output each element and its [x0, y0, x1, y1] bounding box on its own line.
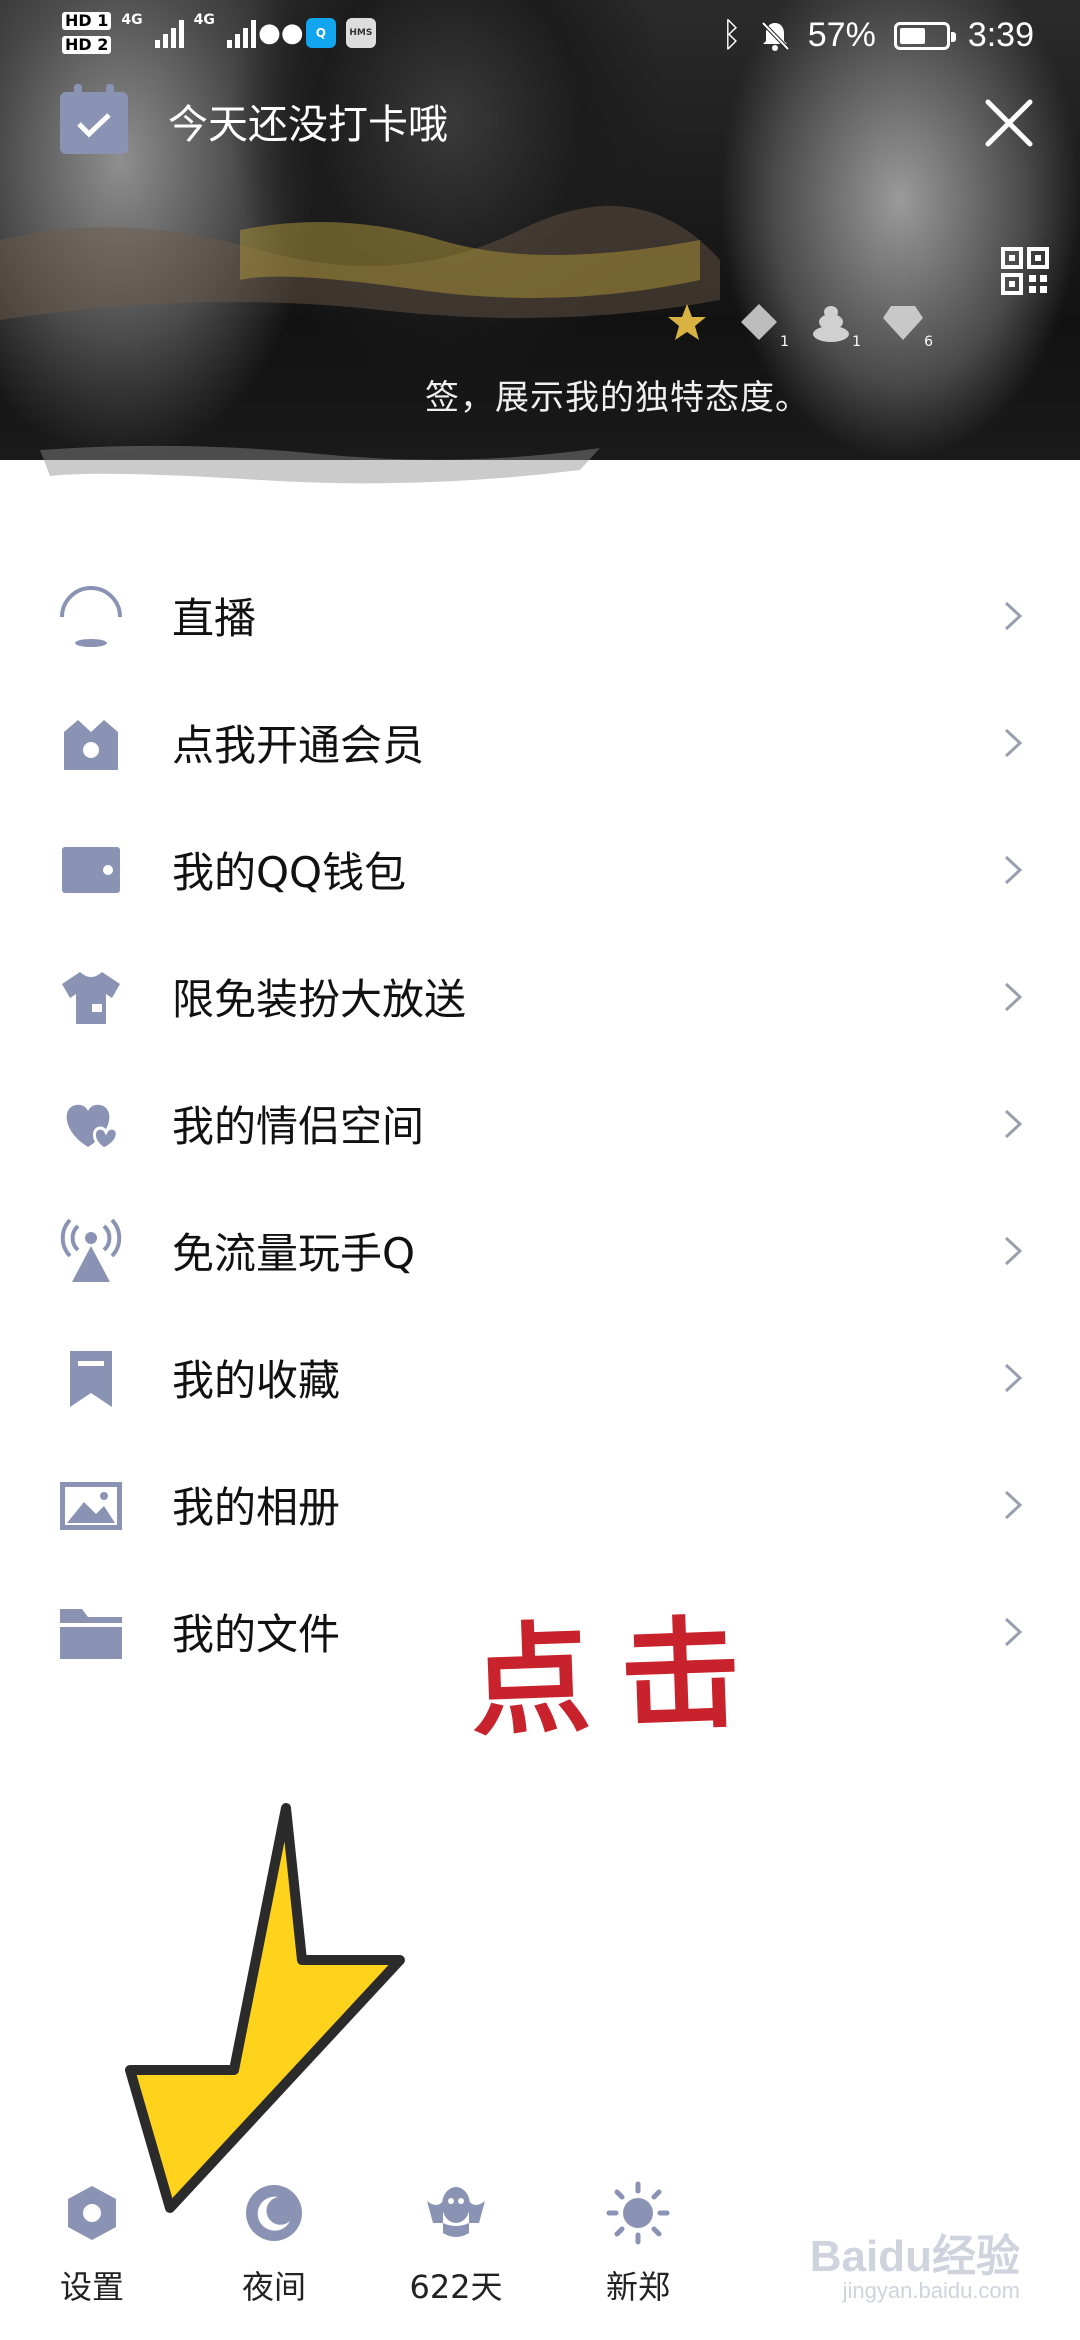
- mute-bell-icon: [761, 21, 790, 51]
- poop-badge-icon: 1: [809, 300, 861, 350]
- menu-item-label: 我的收藏: [172, 1356, 341, 1405]
- search-app-icon: Q: [305, 18, 336, 48]
- chevron-right-icon: [1004, 855, 1023, 884]
- drawer-menu: 直播 点我开通会员 我的QQ钱包 限免装扮大放送 我的情侣空间 免流量玩手Q 我…: [0, 552, 1080, 1695]
- signal-tower-icon: [58, 1218, 124, 1284]
- diamond-badge-icon: 6: [881, 300, 933, 350]
- baidu-watermark: Baidu经验 jingyan.baidu.com: [809, 2232, 1020, 2303]
- weather-label: 新郑: [605, 2268, 670, 2306]
- menu-item-wallet[interactable]: 我的QQ钱包: [0, 806, 1080, 933]
- signal-icon: [226, 18, 256, 48]
- menu-item-favorites[interactable]: 我的收藏: [0, 1314, 1080, 1441]
- badge-row[interactable]: 1 1 6: [665, 300, 933, 350]
- live-icon: [58, 583, 124, 649]
- battery-percent: 57%: [807, 16, 876, 54]
- checkin-prompt[interactable]: 今天还没打卡哦: [168, 92, 448, 150]
- bluetooth-icon: ᛒ: [721, 16, 742, 54]
- menu-item-label: 点我开通会员: [172, 721, 425, 770]
- star-badge-icon: [665, 300, 709, 344]
- chevron-right-icon: [1004, 982, 1023, 1011]
- vip-crown-icon: [58, 710, 124, 776]
- bookmark-icon: [58, 1345, 124, 1411]
- photo-album-icon: [58, 1472, 124, 1538]
- annotation-arrow-icon: [125, 1803, 405, 2213]
- menu-item-label: 直播: [172, 594, 257, 643]
- tshirt-icon: [58, 964, 124, 1030]
- network-type-2: 4G: [193, 12, 215, 28]
- cover-scribble-edge: [40, 445, 600, 484]
- chevron-right-icon: [1004, 1363, 1023, 1392]
- menu-item-vip[interactable]: 点我开通会员: [0, 679, 1080, 806]
- couple-hearts-icon: [58, 1091, 124, 1157]
- cover-scribble: [0, 206, 720, 320]
- menu-item-label: 我的文件: [172, 1610, 341, 1659]
- folder-icon: [58, 1599, 124, 1665]
- personal-signature[interactable]: 签，展示我的独特态度。: [425, 370, 810, 419]
- moon-icon: [241, 2180, 307, 2246]
- signal-icon: [154, 18, 184, 48]
- chevron-right-icon: [1004, 1109, 1023, 1138]
- wechat-icon: ●●: [258, 18, 304, 48]
- menu-item-label: 限免装扮大放送: [172, 975, 467, 1024]
- chevron-right-icon: [1004, 1617, 1023, 1646]
- settings-label: 设置: [59, 2268, 124, 2306]
- qq-age-button[interactable]: 622天: [396, 2180, 516, 2308]
- night-mode-button[interactable]: 夜间: [214, 2180, 334, 2308]
- level-badge-icon: 1: [737, 300, 789, 350]
- settings-button[interactable]: 设置: [32, 2180, 152, 2308]
- menu-item-free-data[interactable]: 免流量玩手Q: [0, 1187, 1080, 1314]
- menu-item-live[interactable]: 直播: [0, 552, 1080, 679]
- battery-icon: [893, 21, 956, 50]
- annotation-click-text: 点击: [468, 1603, 773, 1754]
- chevron-right-icon: [1004, 601, 1023, 630]
- hms-icon: HMS: [345, 18, 376, 48]
- drawer-bottom-bar: 设置 夜间 622天 新郑: [0, 2160, 740, 2330]
- qq-penguin-icon: [423, 2180, 489, 2246]
- menu-item-album[interactable]: 我的相册: [0, 1441, 1080, 1568]
- weather-button[interactable]: 新郑: [578, 2180, 698, 2308]
- chevron-right-icon: [1004, 728, 1023, 757]
- close-icon[interactable]: [974, 88, 1044, 158]
- menu-item-label: 免流量玩手Q: [172, 1229, 416, 1278]
- menu-item-outfit[interactable]: 限免装扮大放送: [0, 933, 1080, 1060]
- network-type-1: 4G: [121, 12, 143, 28]
- hd-indicator: HD 1 HD 2: [62, 12, 112, 54]
- menu-item-label: 我的QQ钱包: [172, 848, 407, 897]
- qr-code-icon[interactable]: [1000, 246, 1050, 296]
- menu-item-label: 我的情侣空间: [172, 1102, 425, 1151]
- settings-hexagon-icon: [59, 2180, 125, 2246]
- chevron-right-icon: [1004, 1236, 1023, 1265]
- profile-cover[interactable]: HD 1 HD 2 4G 4G ●● Q HMS ᛒ 57% 3:39 今天还没…: [0, 0, 1080, 460]
- sun-weather-icon: [605, 2180, 671, 2246]
- status-bar: HD 1 HD 2 4G 4G ●● Q HMS ᛒ 57% 3:39: [0, 0, 1080, 76]
- clock: 3:39: [967, 16, 1034, 54]
- wallet-icon: [58, 837, 124, 903]
- menu-item-label: 我的相册: [172, 1483, 341, 1532]
- calendar-check-icon[interactable]: [60, 84, 128, 154]
- chevron-right-icon: [1004, 1490, 1023, 1519]
- night-mode-label: 夜间: [241, 2268, 306, 2306]
- qq-age-label: 622天: [409, 2268, 503, 2306]
- menu-item-couple[interactable]: 我的情侣空间: [0, 1060, 1080, 1187]
